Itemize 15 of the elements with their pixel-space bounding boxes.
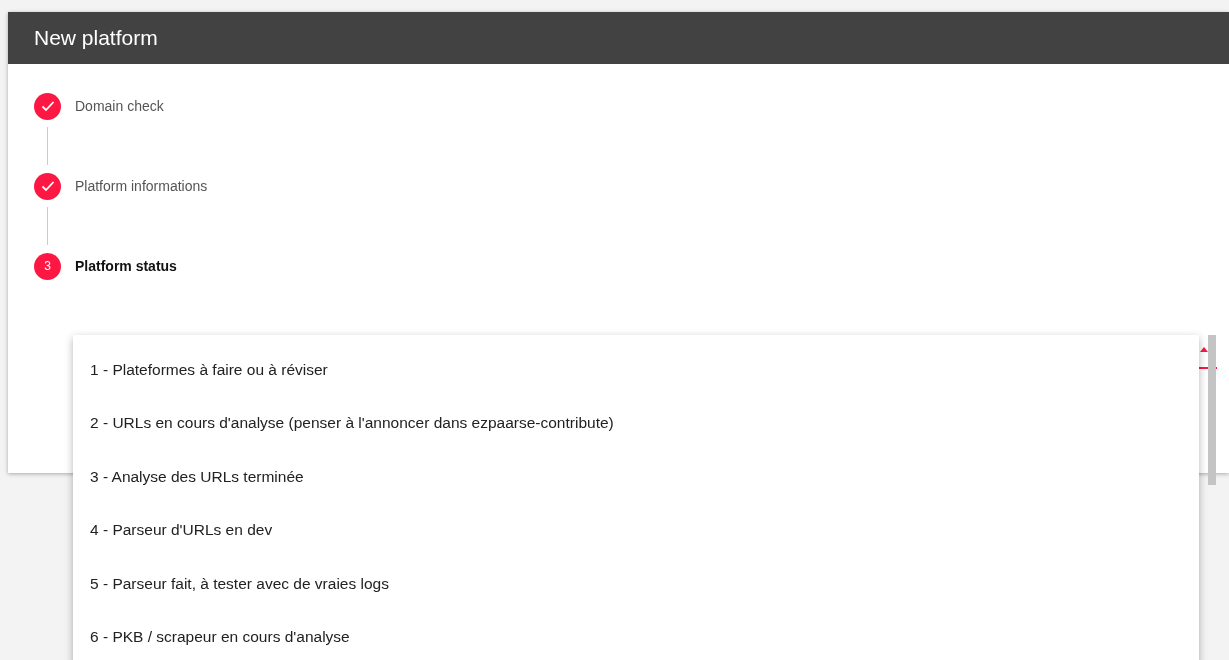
step-label: Domain check [75,98,164,114]
menu-option[interactable]: 5 - Parseur fait, à tester avec de vraies logs [73,557,1199,611]
menu-option[interactable]: 3 - Analyse des URLs terminée [73,450,1199,504]
check-icon [40,180,55,192]
step-label: Platform status [75,258,177,274]
step-number: 3 [34,252,61,280]
caret-icon [1200,347,1208,352]
menu-option[interactable]: 6 - PKB / scrapeur en cours d'analyse [73,610,1199,660]
step-label: Platform informations [75,178,208,194]
menu-option[interactable]: 4 - Parseur d'URLs en dev [73,503,1199,557]
check-icon [40,100,55,112]
scrollbar[interactable] [1208,335,1216,485]
menu-option[interactable]: 2 - URLs en cours d'analyse (penser à l'annoncer dans ezpaarse-contribute) [73,396,1199,450]
menu-option[interactable]: 1 - Plateformes à faire ou à réviser [73,343,1199,397]
dialog-title: New platform [8,12,1229,64]
